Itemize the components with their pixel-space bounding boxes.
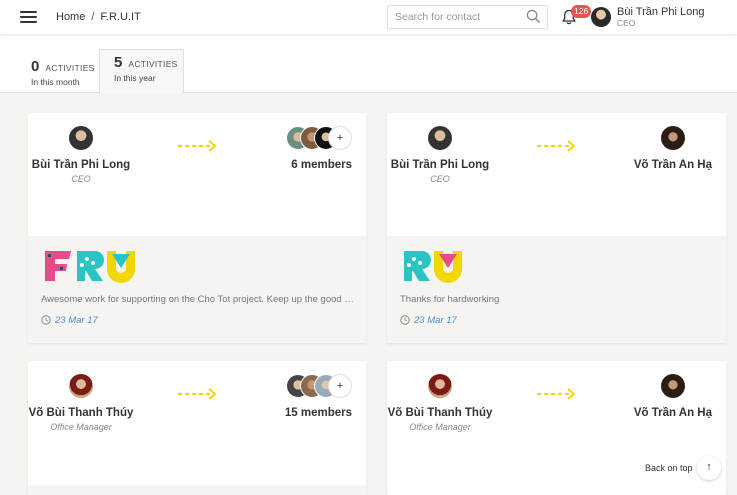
breadcrumb-separator: /: [91, 11, 95, 23]
search-input[interactable]: [388, 6, 518, 28]
sender-avatar[interactable]: [69, 126, 93, 150]
breadcrumb: Home / F.R.U.IT: [56, 11, 141, 23]
card-body: Awesome work for supporting on the Cho T…: [28, 236, 366, 343]
menu-icon[interactable]: [20, 11, 37, 23]
breadcrumb-current: F.R.U.IT: [100, 11, 141, 23]
recipients: + 15 members: [285, 374, 352, 419]
sender-name[interactable]: Bùi Trần Phi Long: [387, 159, 493, 172]
sender-role: CEO: [71, 174, 91, 184]
sender: Bùi Trần Phi Long CEO: [387, 126, 493, 184]
tab-this-month[interactable]: 0 ACTIVITIES In this month: [31, 54, 95, 98]
card-body: Thanks for hardworking 23 Mar 17: [387, 236, 726, 343]
sender: Võ Bùi Thanh Thúy Office Manager: [28, 374, 134, 432]
recipient-label[interactable]: 6 members: [286, 159, 352, 171]
dashed-arrow-icon: [537, 140, 576, 152]
recipient-avatar[interactable]: [660, 374, 685, 398]
dashed-arrow-icon: [178, 140, 217, 152]
activity-message: Awesome work for supporting on the Cho T…: [41, 294, 356, 305]
ru-logo-icon: [404, 251, 462, 283]
activity-card[interactable]: Bùi Trần Phi Long CEO Võ Trần An Hạ Than…: [387, 113, 726, 343]
dashed-arrow-icon: [537, 388, 576, 400]
activity-date: 23 Mar 17: [400, 315, 457, 326]
activity-card[interactable]: Võ Bùi Thanh Thúy Office Manager Võ Trần…: [387, 361, 726, 495]
activity-message: Thanks for hardworking: [400, 294, 500, 305]
top-bar: Home / F.R.U.IT 126 Bùi Trần Phi Long CEO: [0, 0, 737, 34]
back-to-top-label[interactable]: Back on top: [645, 463, 693, 473]
recipient-label[interactable]: Võ Trần An Hạ: [634, 159, 712, 171]
sender-avatar[interactable]: [69, 374, 93, 398]
sender-name[interactable]: Bùi Trần Phi Long: [28, 159, 134, 172]
sender-name[interactable]: Võ Bùi Thanh Thúy: [28, 407, 134, 420]
tab-this-year[interactable]: 5 ACTIVITIES In this year: [99, 49, 184, 94]
member-avatars[interactable]: +: [286, 374, 352, 398]
recipients: + 6 members: [286, 126, 352, 171]
add-member-button[interactable]: +: [328, 374, 352, 398]
card-body-peek: [28, 486, 366, 495]
sender: Võ Bùi Thanh Thúy Office Manager: [387, 374, 493, 432]
user-name[interactable]: Bùi Trần Phi Long: [617, 6, 704, 18]
tab-caption: ACTIVITIES: [45, 63, 95, 73]
sender: Bùi Trần Phi Long CEO: [28, 126, 134, 184]
breadcrumb-home[interactable]: Home: [56, 11, 85, 23]
user-avatar[interactable]: [591, 7, 611, 27]
search-box: [387, 5, 548, 29]
recipient-avatar[interactable]: [660, 126, 685, 150]
sender-avatar[interactable]: [428, 374, 452, 398]
clock-icon: [400, 315, 410, 325]
fru-logo-icon: [45, 251, 135, 283]
member-avatars[interactable]: +: [286, 126, 352, 150]
search-icon[interactable]: [526, 9, 541, 24]
recipients: Võ Trần An Hạ: [634, 374, 712, 419]
activity-date: 23 Mar 17: [41, 315, 98, 326]
sender-avatar[interactable]: [428, 126, 452, 150]
dashed-arrow-icon: [178, 388, 217, 400]
sender-name[interactable]: Võ Bùi Thanh Thúy: [387, 407, 493, 420]
activity-card[interactable]: Bùi Trần Phi Long CEO + 6 members Awesom…: [28, 113, 366, 343]
activity-tabs: 0 ACTIVITIES In this month 5 ACTIVITIES In…: [0, 34, 737, 94]
activity-card[interactable]: Võ Bùi Thanh Thúy Office Manager + 15 me…: [28, 361, 366, 495]
tab-period: In this month: [31, 77, 80, 87]
clock-icon: [41, 315, 51, 325]
tab-count: 0: [31, 58, 40, 75]
add-member-button[interactable]: +: [328, 126, 352, 150]
date-text: 23 Mar 17: [414, 315, 457, 326]
recipients: Võ Trần An Hạ: [634, 126, 712, 171]
sender-role: Office Manager: [409, 422, 471, 432]
tab-caption: ACTIVITIES: [128, 59, 178, 69]
sender-role: Office Manager: [50, 422, 112, 432]
recipient-label[interactable]: 15 members: [285, 407, 352, 419]
user-role: CEO: [617, 18, 636, 28]
back-to-top-button[interactable]: ↑: [697, 456, 721, 480]
date-text: 23 Mar 17: [55, 315, 98, 326]
tab-period: In this year: [114, 73, 156, 83]
recipient-label[interactable]: Võ Trần An Hạ: [634, 407, 712, 419]
tab-count: 5: [114, 54, 123, 71]
sender-role: CEO: [430, 174, 450, 184]
notification-badge: 126: [571, 5, 592, 18]
